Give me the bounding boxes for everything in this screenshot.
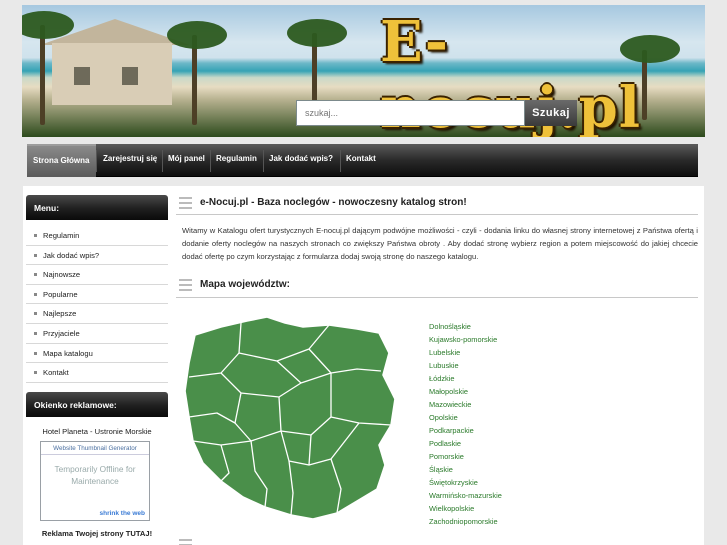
region-link-dolnoslaskie[interactable]: Dolnośląskie (429, 320, 502, 333)
sidebar-item-label: Najlepsze (43, 309, 77, 319)
sidebar-item-friends[interactable]: Przyjaciele (26, 324, 168, 344)
thumb-body: Temporarily Offline for Maintenance (54, 464, 136, 486)
palm-tree-crown (287, 19, 347, 47)
region-link-lodzkie[interactable]: Łódzkie (429, 372, 502, 385)
ad-box-title: Okienko reklamowe: (26, 392, 168, 417)
bullet-icon (34, 234, 37, 237)
sidebar-item-label: Przyjaciele (43, 328, 80, 338)
nav-separator (162, 150, 163, 172)
sidebar-menu: Regulamin Jak dodać wpis? Najnowsze Popu… (26, 226, 168, 383)
poland-map-outline (184, 316, 396, 520)
bullet-icon (34, 253, 37, 257)
region-link-kujawsko-pomorskie[interactable]: Kujawsko-pomorskie (429, 333, 502, 346)
divider (176, 214, 698, 215)
region-link-warminsko-mazurskie[interactable]: Warmińsko-mazurskie (429, 489, 502, 502)
nav-separator (210, 150, 211, 172)
banner-house-window (122, 67, 138, 85)
nav-item-rules[interactable]: Regulamin (216, 144, 257, 177)
sidebar-item-best[interactable]: Najlepsze (26, 304, 168, 324)
region-link-podkarpackie[interactable]: Podkarpackie (429, 424, 502, 437)
map-section-title: Mapa województw: (200, 279, 290, 290)
bullet-icon (34, 331, 37, 335)
ad-text-link[interactable]: Hotel Planeta - Ustronie Morskie (26, 427, 168, 436)
sidebar-item-label: Regulamin (43, 231, 80, 240)
bullet-icon (34, 292, 37, 296)
banner-house (52, 43, 172, 105)
sidebar-item-how-to-add[interactable]: Jak dodać wpis? (26, 246, 168, 266)
sidebar-item-label: Mapa katalogu (43, 348, 93, 358)
region-list: Dolnośląskie Kujawsko-pomorskie Lubelski… (429, 320, 502, 528)
ad-cta-link[interactable]: Reklama Twojej strony TUTAJ! (26, 529, 168, 538)
sidebar-item-label: Jak dodać wpis? (43, 250, 100, 260)
thumb-title: Website Thumbnail Generator (41, 442, 149, 455)
nav-item-home[interactable]: Strona Główna (27, 144, 96, 177)
nav-item-register[interactable]: Zarejestruj się (103, 144, 157, 177)
bullet-icon (34, 312, 37, 316)
palm-tree-trunk (40, 25, 45, 125)
region-link-podlaskie[interactable]: Podlaskie (429, 437, 502, 450)
sidebar-item-label: Najnowsze (43, 270, 81, 280)
intro-text: Witamy w Katalogu ofert turystycznych E-… (182, 226, 698, 261)
nav-separator (96, 150, 97, 172)
banner-house-window (74, 67, 90, 85)
search-input[interactable] (296, 100, 525, 126)
region-link-lubuskie[interactable]: Lubuskie (429, 359, 502, 372)
nav-item-how-to-add[interactable]: Jak dodać wpis? (269, 144, 333, 177)
region-link-pomorskie[interactable]: Pomorskie (429, 450, 502, 463)
bullet-icon (34, 273, 37, 277)
sidebar-item-contact[interactable]: Kontakt (26, 363, 168, 383)
sidebar-item-label: Popularne (43, 289, 78, 299)
poland-voivodeship-map[interactable] (181, 313, 401, 525)
region-link-slaskie[interactable]: Śląskie (429, 463, 502, 476)
header-banner: E-nocuj.pl Szukaj (22, 5, 705, 137)
nav-item-panel[interactable]: Mój panel (168, 144, 205, 177)
nav-separator (263, 150, 264, 172)
page-title: e-Nocuj.pl - Baza noclegów - nowoczesny … (200, 197, 467, 208)
sidebar-item-catalog-map[interactable]: Mapa katalogu (26, 344, 168, 364)
ad-thumbnail[interactable]: Website Thumbnail Generator Temporarily … (40, 441, 150, 521)
document-icon (176, 276, 194, 296)
palm-tree-crown (167, 21, 227, 49)
document-icon (176, 194, 194, 214)
bullet-icon (34, 351, 37, 355)
region-link-zachodniopomorskie[interactable]: Zachodniopomorskie (429, 515, 502, 528)
nav-separator (340, 150, 341, 172)
region-link-wielkopolskie[interactable]: Wielkopolskie (429, 502, 502, 515)
search-button[interactable]: Szukaj (525, 100, 577, 126)
bullet-icon (34, 371, 37, 375)
region-link-mazowieckie[interactable]: Mazowieckie (429, 398, 502, 411)
sidebar-item-newest[interactable]: Najnowsze (26, 265, 168, 285)
nav-item-contact[interactable]: Kontakt (346, 144, 376, 177)
region-link-opolskie[interactable]: Opolskie (429, 411, 502, 424)
divider (176, 297, 698, 298)
sidebar-item-rules[interactable]: Regulamin (26, 226, 168, 246)
main-nav: Strona Główna Zarejestruj się Mój panel … (27, 144, 698, 177)
shrinktheweb-logo: shrink the web (99, 510, 145, 517)
region-link-malopolskie[interactable]: Małopolskie (429, 385, 502, 398)
region-link-swietokrzyskie[interactable]: Świętokrzyskie (429, 476, 502, 489)
menu-title: Menu: (26, 195, 168, 220)
content-container: Menu: Regulamin Jak dodać wpis? Najnowsz… (23, 186, 704, 545)
sidebar-item-popular[interactable]: Popularne (26, 285, 168, 305)
region-link-lubelskie[interactable]: Lubelskie (429, 346, 502, 359)
document-icon (176, 536, 194, 545)
sidebar-item-label: Kontakt (43, 368, 69, 378)
